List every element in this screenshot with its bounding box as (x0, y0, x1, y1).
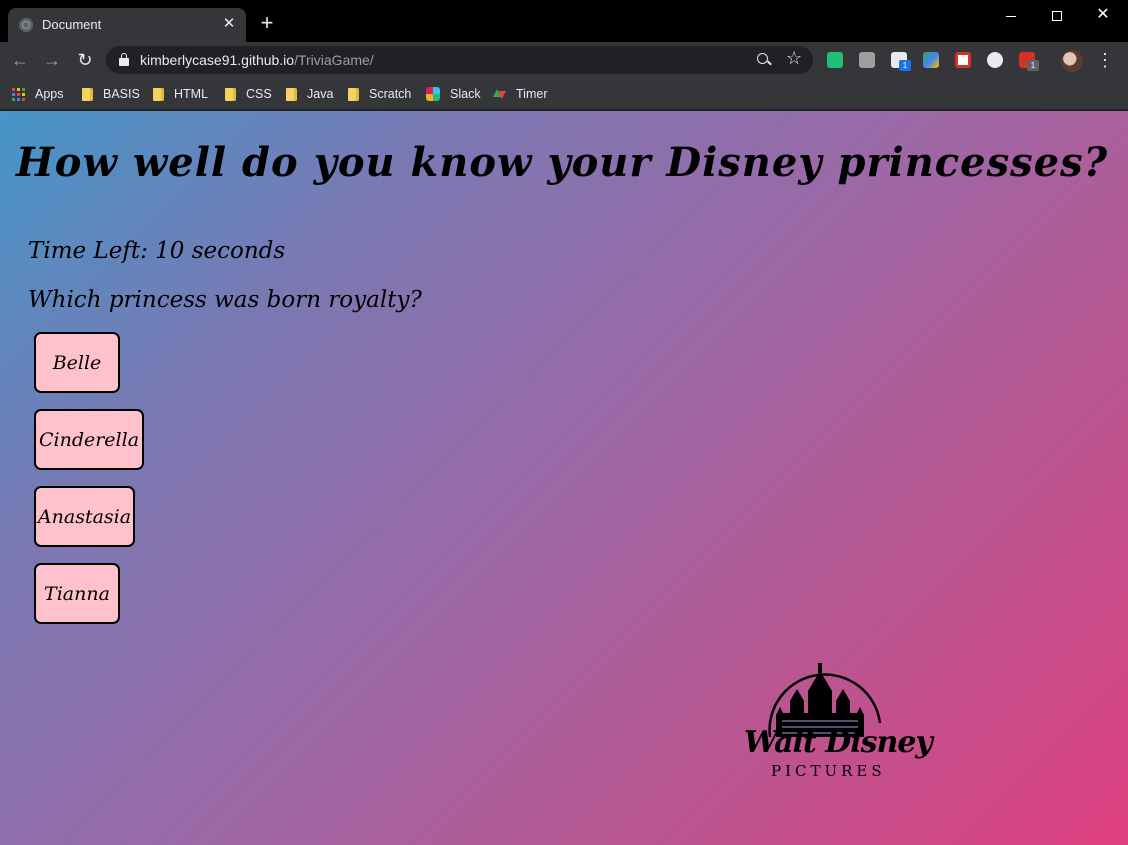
lock-icon[interactable] (119, 53, 129, 66)
zoom-icon[interactable] (755, 51, 773, 69)
url-text[interactable]: kimberlycase91.github.io/TriviaGame/ (140, 52, 374, 68)
apps-grid-icon (12, 87, 25, 101)
slack-icon (426, 87, 440, 101)
browser-tab[interactable]: Document ✕ (8, 8, 246, 42)
bookmark-label: HTML (174, 87, 209, 101)
bookmark-label: Scratch (369, 87, 412, 101)
extension-icon[interactable] (987, 52, 1003, 68)
address-bar[interactable]: kimberlycase91.github.io/TriviaGame/ ☆ (106, 46, 813, 74)
minimize-button[interactable] (988, 0, 1034, 30)
back-arrow-icon[interactable]: ← (8, 48, 32, 72)
browser-toolbar: ← → ↻ kimberlycase91.github.io/TriviaGam… (0, 42, 1128, 78)
answer-button-anastasia[interactable]: Anastasia (34, 486, 135, 547)
close-window-button[interactable]: ✕ (1080, 0, 1126, 30)
page-viewport: How well do you know your Disney princes… (0, 111, 1128, 845)
bookmark-css[interactable]: CSS (225, 84, 272, 104)
folder-icon (286, 87, 297, 101)
timer-text: Time Left: 10 seconds (28, 238, 286, 264)
bookmark-label: CSS (246, 87, 272, 101)
bookmark-apps[interactable]: Apps (12, 84, 64, 104)
bookmark-label: Timer (516, 87, 548, 101)
profile-avatar[interactable] (1061, 50, 1083, 72)
extension-badge: 1 (899, 60, 911, 71)
more-menu-icon[interactable]: ⋮ (1096, 50, 1114, 70)
folder-icon (82, 87, 93, 101)
extension-icon[interactable]: 1 (891, 52, 911, 71)
reload-icon[interactable]: ↻ (73, 48, 97, 72)
extension-icon[interactable]: 1 (1019, 52, 1039, 71)
globe-icon (19, 18, 33, 32)
bookmark-java[interactable]: Java (286, 84, 333, 104)
answer-button-cinderella[interactable]: Cinderella (34, 409, 144, 470)
bookmark-scratch[interactable]: Scratch (348, 84, 411, 104)
close-tab-icon[interactable]: ✕ (220, 15, 238, 33)
bookmark-timer[interactable]: Timer (492, 84, 547, 104)
bookmark-html[interactable]: HTML (153, 84, 208, 104)
logo-subtitle: PICTURES (771, 762, 886, 780)
extension-icon[interactable] (923, 52, 939, 68)
bookmark-star-icon[interactable]: ☆ (786, 48, 802, 69)
bookmark-basis[interactable]: BASIS (82, 84, 140, 104)
bookmark-label: BASIS (103, 87, 140, 101)
answer-button-tianna[interactable]: Tianna (34, 563, 120, 624)
window-titlebar: Document ✕ + ✕ (0, 0, 1128, 42)
tab-title: Document (42, 17, 102, 32)
page-title: How well do you know your Disney princes… (16, 139, 1109, 186)
extension-icon[interactable] (827, 52, 843, 68)
answer-button-belle[interactable]: Belle (34, 332, 120, 393)
maximize-button[interactable] (1034, 0, 1080, 30)
bookmark-label: Slack (450, 87, 481, 101)
question-text: Which princess was born royalty? (28, 287, 422, 313)
extension-icon[interactable] (955, 52, 971, 68)
forward-arrow-icon[interactable]: → (40, 48, 64, 72)
walt-disney-pictures-logo: Walt Disney PICTURES (740, 663, 933, 783)
extension-badge: 1 (1027, 60, 1039, 71)
extension-icon[interactable] (859, 52, 875, 68)
folder-icon (153, 87, 164, 101)
folder-icon (348, 87, 359, 101)
bookmarks-bar: Apps BASIS HTML CSS Java Scratch Slack T… (0, 78, 1128, 110)
bookmark-slack[interactable]: Slack (426, 84, 481, 104)
bookmark-label: Java (307, 87, 334, 101)
logo-script-text: Walt Disney (744, 725, 933, 760)
timer-arrows-icon (492, 87, 506, 101)
folder-icon (225, 87, 236, 101)
new-tab-button[interactable]: + (256, 12, 278, 34)
bookmark-label: Apps (35, 87, 64, 101)
